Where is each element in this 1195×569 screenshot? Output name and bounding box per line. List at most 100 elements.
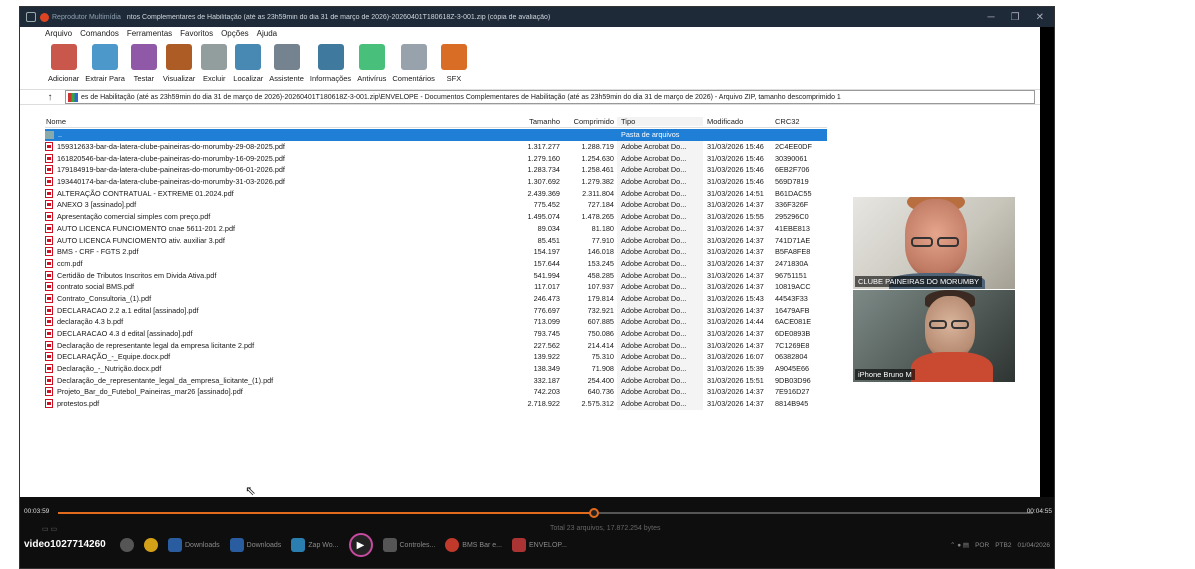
antivirus-icon	[358, 44, 385, 70]
taskbar-app-icon[interactable]	[120, 538, 134, 552]
menu-favoritos[interactable]: Favoritos	[180, 29, 213, 38]
column-header-compressed[interactable]: Comprimido	[563, 117, 617, 126]
close-icon[interactable]: ✕	[1036, 12, 1044, 23]
participant-label: iPhone Bruno M	[855, 369, 915, 380]
minimize-icon[interactable]: ─	[988, 12, 995, 23]
parent-type: Pasta de arquivos	[617, 129, 703, 141]
file-row[interactable]: ANEXO 3 [assinado].pdf 775.452 727.184 Adob…	[45, 199, 827, 211]
file-type-cell: Adobe Acrobat Do...	[617, 140, 703, 153]
menu-ajuda[interactable]: Ajuda	[257, 29, 277, 38]
file-size-cell: 139.922	[533, 352, 560, 362]
menu-opcoes[interactable]: Opções	[221, 29, 249, 38]
menu-ferramentas[interactable]: Ferramentas	[127, 29, 172, 38]
seek-handle[interactable]	[589, 508, 600, 518]
file-size-cell: 246.473	[533, 293, 560, 303]
participant-tile[interactable]: iPhone Bruno M	[853, 290, 1015, 382]
file-row[interactable]: Projeto_Bar_do_Futebol_Paineiras_mar26 […	[45, 386, 827, 398]
file-row[interactable]: Contrato_Consultoria_(1).pdf 246.473 179.8…	[45, 292, 827, 305]
file-row[interactable]: protestos.pdf 2.718.922 2.575.312 Adobe Acr…	[45, 397, 827, 410]
file-row[interactable]: declaração 4.3 b.pdf 713.099 607.885 Adobe …	[45, 316, 827, 328]
toolbar-button-assistente[interactable]: Assistente	[269, 44, 304, 83]
magnifier-icon	[235, 44, 262, 70]
menu-arquivo[interactable]: Arquivo	[45, 29, 72, 38]
tray-date[interactable]: 01/04/2026	[1017, 542, 1050, 549]
file-row[interactable]: ALTERAÇÃO CONTRATUAL - EXTREME 01.2024.p…	[45, 187, 827, 200]
pdf-icon	[45, 293, 53, 303]
column-header-modified[interactable]: Modificado	[703, 117, 773, 126]
file-crc-cell: 10819ACC	[775, 282, 811, 292]
file-row[interactable]: 161820546-bar-da-latera-clube-paineiras-…	[45, 152, 827, 165]
file-row[interactable]: Declaração de representante legal da emp…	[45, 339, 827, 352]
taskbar-envelope[interactable]: ENVELOP...	[511, 538, 567, 552]
file-row[interactable]: ccm.pdf 157.644 153.245 Adobe Acrobat Do...…	[45, 257, 827, 270]
toolbar-button-testar[interactable]: Testar	[130, 44, 157, 83]
tray-language-2[interactable]: PTB2	[995, 542, 1011, 549]
toolbar-button-extrair-para[interactable]: Extrair Para	[85, 44, 125, 83]
video-call-panel: CLUBE PAINEIRAS DO MORUMBY iPhone Bruno …	[833, 192, 1015, 382]
file-comp-cell: 107.937	[587, 282, 614, 292]
taskbar-zap[interactable]: Zap Wo...	[291, 538, 339, 552]
column-header-type[interactable]: Tipo	[617, 116, 703, 126]
file-name: DECLARACAO 4.3 d edital [assinado].pdf	[57, 329, 193, 339]
file-row[interactable]: DECLARACAO 4.3 d edital [assinado].pdf 79…	[45, 327, 827, 340]
up-arrow-icon[interactable]: ↑	[40, 92, 60, 103]
file-row[interactable]: 159312633-bar-da-latera-clube-paineiras-…	[45, 140, 827, 153]
taskbar-downloads[interactable]: Downloads	[168, 538, 220, 552]
column-header-name[interactable]: Nome	[45, 117, 518, 126]
toolbar-button-informa-es[interactable]: Informações	[310, 44, 351, 83]
file-row[interactable]: BMS - CRF - FGTS 2.pdf 154.197 146.018 Adob…	[45, 245, 827, 258]
archive-summary: Total 23 arquivos, 17.872.254 bytes	[550, 525, 661, 532]
file-row[interactable]: 179184919-bar-da-latera-clube-paineiras-…	[45, 164, 827, 176]
file-row[interactable]: AUTO LICENCA FUNCIOMENTO cnae 5611-201 2…	[45, 222, 827, 235]
toolbar-button-localizar[interactable]: Localizar	[233, 44, 263, 83]
file-size-cell: 138.349	[533, 364, 560, 374]
file-row[interactable]: Declaração_de_representante_legal_da_emp…	[45, 374, 827, 387]
file-row[interactable]: AUTO LICENCA FUNCIOMENTO ativ. auxiliar …	[45, 234, 827, 246]
parent-folder-row[interactable]: .. Pasta de arquivos	[45, 129, 827, 141]
participant-tile[interactable]: CLUBE PAINEIRAS DO MORUMBY	[853, 197, 1015, 289]
file-crc-cell: 2471830A	[775, 258, 809, 268]
toolbar-button-adicionar[interactable]: Adicionar	[48, 44, 79, 83]
taskbar-chrome-icon[interactable]	[144, 538, 158, 552]
file-list: .. Pasta de arquivos 159312633-bar-da-la…	[45, 129, 827, 410]
play-button[interactable]: ▶	[348, 533, 373, 557]
column-header-size[interactable]: Tamanho	[518, 117, 563, 126]
file-row[interactable]: Declaração_-_Nutrição.docx.pdf 138.349 71.…	[45, 362, 827, 375]
toolbar-button-antiv-rus[interactable]: Antivírus	[357, 44, 386, 83]
file-mod-cell: 31/03/2026 14:37	[707, 329, 764, 339]
file-comp-cell: 146.018	[587, 247, 614, 257]
file-type-cell: Adobe Acrobat Do...	[617, 245, 703, 258]
file-mod-cell: 31/03/2026 14:37	[707, 235, 764, 245]
tray-language[interactable]: POR	[975, 542, 989, 549]
file-row[interactable]: Apresentação comercial simples com preço…	[45, 210, 827, 223]
toolbar-button-coment-rios[interactable]: Comentários	[392, 44, 435, 83]
file-row[interactable]: 193440174-bar-da-latera-clube-paineiras-…	[45, 175, 827, 188]
play-icon[interactable]: ▶	[348, 533, 373, 557]
file-crc-cell: 7C1269E8	[775, 340, 810, 350]
toolbar-button-excluir[interactable]: Excluir	[201, 44, 228, 83]
file-row[interactable]: contrato social BMS.pdf 117.017 107.937 Ado…	[45, 280, 827, 293]
file-mod-cell: 31/03/2026 14:37	[707, 200, 764, 210]
file-mod-cell: 31/03/2026 14:37	[707, 340, 764, 350]
file-size-cell: 154.197	[533, 247, 560, 257]
toolbar-button-visualizar[interactable]: Visualizar	[163, 44, 195, 83]
toolbar-button-sfx[interactable]: SFX	[440, 44, 467, 83]
file-mod-cell: 31/03/2026 15:43	[707, 293, 764, 303]
column-header-crc[interactable]: CRC32	[773, 117, 827, 126]
file-row[interactable]: DECLARACAO 2.2 a.1 edital [assinado].pdf…	[45, 304, 827, 316]
window-controls: ─ ❐ ✕	[988, 12, 1054, 23]
path-field[interactable]: es de Habilitação (até as 23h59min do di…	[65, 90, 1035, 104]
taskbar-controles[interactable]: Controles...	[382, 538, 435, 552]
file-row[interactable]: Certidão de Tributos Inscritos em Divida…	[45, 269, 827, 281]
taskbar-downloads-2[interactable]: Downloads	[229, 538, 281, 552]
file-name: protestos.pdf	[57, 399, 100, 409]
tray-icons[interactable]: ⌃ ● ▤	[950, 541, 969, 549]
file-name: 179184919-bar-da-latera-clube-paineiras-…	[57, 165, 285, 175]
taskbar-bms[interactable]: BMS Bar e...	[445, 538, 502, 552]
seek-bar[interactable]	[58, 508, 1033, 518]
restore-icon[interactable]: ❐	[1011, 12, 1020, 23]
toolbar-label: Antivírus	[357, 74, 387, 83]
menu-comandos[interactable]: Comandos	[80, 29, 119, 38]
file-row[interactable]: DECLARAÇÃO_-_Equipe.docx.pdf 139.922 75.31…	[45, 351, 827, 363]
file-crc-cell: 96751151	[775, 270, 807, 280]
